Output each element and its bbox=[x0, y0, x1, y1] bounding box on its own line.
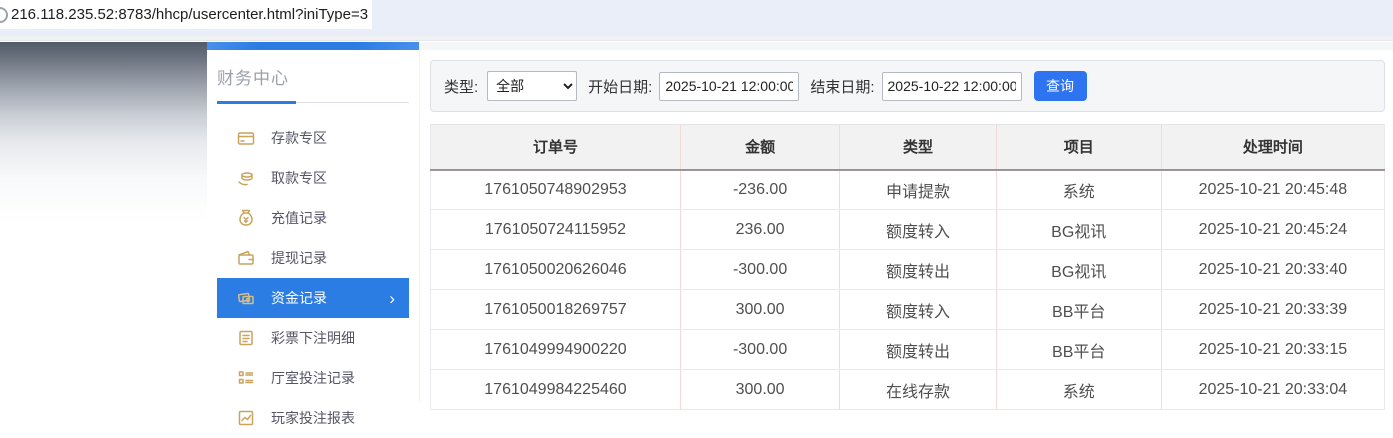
type-label: 类型: bbox=[444, 78, 479, 96]
chevron-right-icon: › bbox=[389, 288, 395, 308]
table-row: 1761049994900220 -300.00 额度转出 BB平台 2025-10-2… bbox=[430, 329, 1385, 370]
end-date-label: 结束日期: bbox=[810, 78, 875, 96]
cell-r2-c4: 2025-10-21 20:33:40 bbox=[1160, 249, 1385, 290]
cell-r3-c0: 1761050018269757 bbox=[430, 289, 681, 330]
cell-r1-c1: 236.00 bbox=[679, 209, 840, 250]
records-table-wrap: 订单号 金额 类型 项目 处理时间 1761050748902953 -236.00 申请提… bbox=[430, 124, 1385, 410]
sidebar-item-4[interactable]: 资金记录 › bbox=[217, 278, 409, 318]
filter-bar: 类型: 全部 开始日期: 结束日期: 查询 bbox=[430, 60, 1385, 112]
sidebar-item-label: 充值记录 bbox=[271, 210, 327, 226]
cell-r3-c1: 300.00 bbox=[679, 289, 840, 330]
cell-r1-c2: 额度转入 bbox=[839, 209, 997, 250]
sidebar-item-label: 资金记录 bbox=[271, 290, 327, 306]
url-field[interactable]: 216.118.235.52:8783/hhcp/usercenter.html… bbox=[0, 0, 372, 29]
cell-r0-c3: 系统 bbox=[995, 169, 1162, 210]
sidebar-item-3[interactable]: 提现记录 bbox=[217, 238, 409, 278]
sidebar-item-label: 彩票下注明细 bbox=[271, 330, 355, 346]
cell-r5-c0: 1761049984225460 bbox=[430, 369, 681, 410]
sidebar-item-0[interactable]: 存款专区 bbox=[217, 118, 409, 158]
sidebar-title: 财务中心 bbox=[217, 69, 289, 88]
lottery-detail-icon bbox=[237, 329, 255, 347]
browser-address-bar: 216.118.235.52:8783/hhcp/usercenter.html… bbox=[0, 0, 1393, 36]
page: 财务中心 存款专区取款专区充值记录提现记录资金记录 › 彩票下注明细 厅室投注记录 玩家… bbox=[0, 42, 1393, 426]
cell-r2-c2: 额度转出 bbox=[839, 249, 997, 290]
cell-r3-c2: 额度转入 bbox=[839, 289, 997, 330]
cell-r1-c3: BG视讯 bbox=[995, 209, 1162, 250]
cell-r3-c3: BB平台 bbox=[995, 289, 1162, 330]
records-table: 订单号 金额 类型 项目 处理时间 1761050748902953 -236.00 申请提… bbox=[430, 124, 1385, 410]
cell-r4-c2: 额度转出 bbox=[839, 329, 997, 370]
sidebar-item-label: 提现记录 bbox=[271, 250, 327, 266]
cell-r0-c1: -236.00 bbox=[679, 169, 840, 210]
hall-bet-list-icon bbox=[237, 369, 255, 387]
cell-r0-c2: 申请提款 bbox=[839, 169, 997, 210]
sidebar-item-label: 厅室投注记录 bbox=[271, 370, 355, 386]
start-date-input[interactable] bbox=[659, 71, 800, 101]
sidebar-item-7[interactable]: 玩家投注报表 bbox=[217, 398, 409, 438]
cell-r1-c0: 1761050724115952 bbox=[430, 209, 681, 250]
cell-r4-c0: 1761049994900220 bbox=[430, 329, 681, 370]
deposit-card-icon bbox=[237, 129, 255, 147]
background-gradient-art bbox=[0, 42, 207, 402]
main-content: 类型: 全部 开始日期: 结束日期: 查询 订单号金额类型项目处理时间 1761… bbox=[420, 42, 1393, 410]
cell-r5-c1: 300.00 bbox=[679, 369, 840, 410]
cell-r5-c4: 2025-10-21 20:33:04 bbox=[1160, 369, 1385, 410]
player-report-icon bbox=[237, 409, 255, 427]
sidebar-item-label: 存款专区 bbox=[271, 130, 327, 146]
cell-r4-c4: 2025-10-21 20:33:15 bbox=[1160, 329, 1385, 370]
recharge-bag-icon bbox=[237, 209, 255, 227]
sidebar-item-2[interactable]: 充值记录 bbox=[217, 198, 409, 238]
sidebar-item-1[interactable]: 取款专区 bbox=[217, 158, 409, 198]
type-select[interactable]: 全部 bbox=[487, 71, 578, 101]
sidebar-item-label: 玩家投注报表 bbox=[271, 410, 355, 426]
cell-r4-c3: BB平台 bbox=[995, 329, 1162, 370]
sidebar-item-6[interactable]: 厅室投注记录 bbox=[217, 358, 409, 398]
cell-r2-c1: -300.00 bbox=[679, 249, 840, 290]
withdraw-hand-icon bbox=[237, 169, 255, 187]
sidebar-menu: 存款专区取款专区充值记录提现记录资金记录 › 彩票下注明细 厅室投注记录 玩家投注报表 bbox=[217, 118, 409, 438]
column-header-3: 项目 bbox=[995, 124, 1162, 171]
table-row: 1761050020626046 -300.00 额度转出 BG视讯 2025-10-2… bbox=[430, 249, 1385, 290]
column-header-1: 金额 bbox=[679, 124, 840, 171]
end-date-input[interactable] bbox=[881, 71, 1022, 101]
cell-r3-c4: 2025-10-21 20:33:39 bbox=[1160, 289, 1385, 330]
sidebar-item-5[interactable]: 彩票下注明细 bbox=[217, 318, 409, 358]
table-row: 1761050748902953 -236.00 申请提款 系统 2025-10-21 … bbox=[430, 169, 1385, 210]
cell-r0-c0: 1761050748902953 bbox=[430, 169, 681, 210]
cell-r2-c3: BG视讯 bbox=[995, 249, 1162, 290]
table-row: 1761050724115952 236.00 额度转入 BG视讯 2025-10-21… bbox=[430, 209, 1385, 250]
query-button[interactable]: 查询 bbox=[1033, 71, 1087, 101]
cell-r4-c1: -300.00 bbox=[679, 329, 840, 370]
cell-r5-c3: 系统 bbox=[995, 369, 1162, 410]
table-row: 1761049984225460 300.00 在线存款 系统 2025-10-21 2… bbox=[430, 369, 1385, 410]
column-header-0: 订单号 bbox=[430, 124, 681, 171]
cell-r1-c4: 2025-10-21 20:45:24 bbox=[1160, 209, 1385, 250]
site-info-icon[interactable] bbox=[0, 7, 8, 23]
cell-r0-c4: 2025-10-21 20:45:48 bbox=[1160, 169, 1385, 210]
column-header-2: 类型 bbox=[839, 124, 997, 171]
column-header-4: 处理时间 bbox=[1160, 124, 1385, 171]
table-row: 1761050018269757 300.00 额度转入 BB平台 2025-10-21… bbox=[430, 289, 1385, 330]
sidebar-item-label: 取款专区 bbox=[271, 170, 327, 186]
sidebar-title-divider bbox=[217, 101, 409, 104]
finance-sidebar: 财务中心 存款专区取款专区充值记录提现记录资金记录 › 彩票下注明细 厅室投注记录 玩家… bbox=[207, 42, 420, 426]
url-text: 216.118.235.52:8783/hhcp/usercenter.html… bbox=[11, 6, 369, 23]
cell-r5-c2: 在线存款 bbox=[839, 369, 997, 410]
withdraw-wallet-icon bbox=[237, 249, 255, 267]
funds-coins-icon bbox=[237, 289, 255, 307]
start-date-label: 开始日期: bbox=[588, 78, 653, 96]
chrome-divider bbox=[0, 36, 1393, 41]
cell-r2-c0: 1761050020626046 bbox=[430, 249, 681, 290]
main-accent-strip bbox=[420, 42, 1393, 50]
sidebar-accent-strip bbox=[207, 42, 419, 50]
